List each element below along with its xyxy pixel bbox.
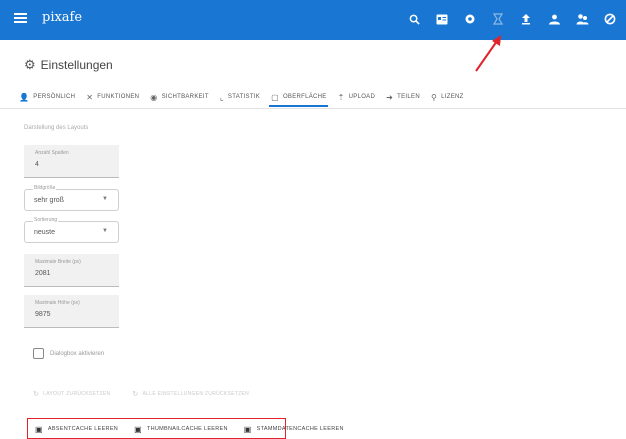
tab-label: PERSÖNLICH	[33, 94, 76, 100]
tab-label: TEILEN	[397, 94, 420, 100]
menu-icon[interactable]	[14, 13, 27, 23]
checkbox-label: Dialogbox aktivieren	[50, 350, 105, 357]
field-value: sehr groß	[34, 197, 64, 204]
section-hint: Darstellung des Layouts	[24, 125, 89, 131]
sort-select[interactable]: Sortierung neuste ▼	[24, 217, 119, 243]
gear-icon: ⚙	[24, 57, 36, 72]
button-label: ALLE EINSTELLUNGEN ZURÜCKSETZEN	[142, 391, 250, 397]
id-card-icon[interactable]	[432, 9, 452, 29]
delete-icon: ▣	[134, 424, 142, 434]
field-value: 4	[35, 161, 39, 168]
tab-statistik[interactable]: ⌞ STATISTIK	[216, 86, 267, 108]
page-title: Einstellungen	[40, 58, 113, 72]
clear-master-cache-button[interactable]: ▣ STAMMDATENCACHE LEEREN	[244, 425, 344, 434]
field-value: 9875	[35, 311, 51, 318]
tab-funktionen[interactable]: ✕ FUNKTIONEN	[82, 86, 146, 108]
person-icon: 👤	[19, 92, 30, 102]
tab-label: SICHTBARKEIT	[161, 94, 209, 100]
width-field[interactable]: Maximale Breite (px) 2081	[24, 254, 119, 287]
share-icon: ➜	[386, 92, 394, 102]
reset-all-button[interactable]: ↻ ALLE EINSTELLUNGEN ZURÜCKSETZEN	[132, 390, 249, 398]
tab-persoenlich[interactable]: 👤 PERSÖNLICH	[15, 86, 82, 108]
height-field[interactable]: Maximale Höhe (px) 9875	[24, 295, 119, 328]
tab-sichtbarkeit[interactable]: ◉ SICHTBARKEIT	[146, 86, 216, 108]
clear-absent-cache-button[interactable]: ▣ ABSENTCACHE LEEREN	[35, 425, 118, 434]
clear-thumbnail-cache-button[interactable]: ▣ THUMBNAILCACHE LEEREN	[134, 425, 228, 434]
field-label: Maximale Höhe (px)	[35, 300, 80, 306]
tab-label: STATISTIK	[227, 94, 261, 100]
settings-icon[interactable]	[460, 9, 480, 29]
tab-upload[interactable]: ⇡ UPLOAD	[334, 86, 383, 108]
tab-teilen[interactable]: ➜ TEILEN	[382, 86, 427, 108]
tab-label: LIZENZ	[441, 94, 464, 100]
chevron-down-icon: ▼	[102, 196, 108, 202]
window-icon: ▢	[271, 92, 279, 102]
field-label: Sortierung	[33, 217, 59, 223]
users-icon[interactable]	[572, 9, 592, 29]
tab-label: OBERFLÄCHE	[282, 94, 327, 100]
field-value: 2081	[35, 270, 51, 277]
people-icon[interactable]	[544, 9, 564, 29]
cache-actions: ▣ ABSENTCACHE LEEREN ▣ THUMBNAILCACHE LE…	[27, 419, 352, 439]
logout-icon[interactable]	[600, 9, 620, 29]
field-label: Anzahl Spalten	[35, 150, 69, 156]
appbar-actions	[396, 9, 620, 29]
upload-icon[interactable]	[516, 9, 536, 29]
history-icon[interactable]	[488, 9, 508, 29]
button-label: ABSENTCACHE LEEREN	[47, 426, 119, 432]
field-label: Bildgröße	[33, 185, 57, 191]
chevron-down-icon: ▼	[102, 228, 108, 234]
delete-icon: ▣	[243, 424, 252, 434]
dialog-checkbox-row[interactable]: Dialogbox aktivieren	[33, 348, 104, 359]
tab-label: UPLOAD	[348, 94, 376, 100]
chart-icon: ⌞	[219, 92, 224, 102]
app-brand[interactable]: pixafe	[42, 10, 82, 25]
annotation-arrow	[475, 35, 501, 72]
field-label: Maximale Breite (px)	[35, 259, 81, 265]
reset-buttons: ↻ LAYOUT ZURÜCKSETZEN ↻ ALLE EINSTELLUNG…	[33, 390, 271, 398]
tab-oberflaeche[interactable]: ▢ OBERFLÄCHE	[267, 86, 334, 108]
button-label: STAMMDATENCACHE LEEREN	[256, 426, 344, 432]
tools-icon: ✕	[86, 92, 94, 102]
app-bar: pixafe	[0, 0, 626, 40]
refresh-icon: ↻	[132, 391, 139, 398]
button-label: LAYOUT ZURÜCKSETZEN	[43, 391, 111, 397]
reset-layout-button[interactable]: ↻ LAYOUT ZURÜCKSETZEN	[33, 390, 110, 398]
tabs-divider	[0, 108, 626, 109]
size-select[interactable]: Bildgröße sehr groß ▼	[24, 185, 119, 211]
eye-icon: ◉	[150, 92, 158, 102]
upload-icon: ⇡	[337, 92, 345, 102]
field-value: neuste	[34, 229, 56, 236]
dialog-checkbox[interactable]	[33, 348, 44, 359]
settings-tabs: 👤 PERSÖNLICH ✕ FUNKTIONEN ◉ SICHTBARKEIT…	[15, 86, 626, 108]
tab-lizenz[interactable]: ⚲ LIZENZ	[427, 86, 471, 108]
columns-field[interactable]: Anzahl Spalten 4	[24, 145, 119, 178]
button-label: THUMBNAILCACHE LEEREN	[146, 426, 228, 432]
delete-icon: ▣	[35, 424, 43, 434]
license-icon: ⚲	[430, 92, 438, 102]
search-icon[interactable]	[404, 9, 424, 29]
page-heading: ⚙ Einstellungen	[24, 57, 113, 73]
refresh-icon: ↻	[33, 391, 40, 398]
tab-label: FUNKTIONEN	[97, 94, 140, 100]
